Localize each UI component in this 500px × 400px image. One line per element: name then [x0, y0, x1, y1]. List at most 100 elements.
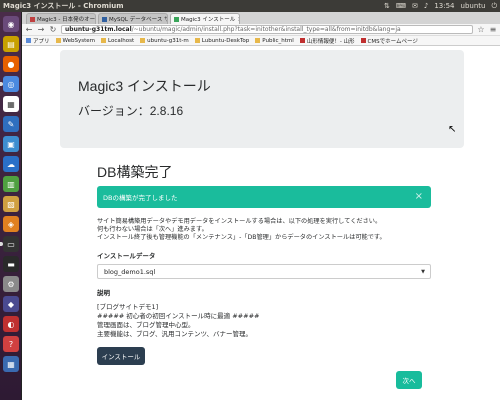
settings-icon[interactable]: ⚙: [3, 276, 19, 292]
favicon-icon: [30, 16, 35, 22]
bookmark-item[interactable]: Lubuntu-DeskTop: [194, 37, 250, 44]
bookmark-item[interactable]: ubuntu-g31t-m: [140, 38, 189, 44]
document-icon[interactable]: ▣: [3, 136, 19, 152]
next-button[interactable]: 次へ: [396, 371, 422, 389]
address-bar-row: ← → ↻ ubuntu-g31tm.local /~ubuntu/magic/…: [22, 24, 500, 36]
system-top-panel: Magic3 インストール - Chromium ⇅ ⌨ ✉ ♪ 13:54 u…: [0, 0, 500, 12]
url-path: /~ubuntu/magic/admin/install.php?task=in…: [131, 26, 401, 33]
dash-icon[interactable]: ◉: [3, 16, 19, 32]
alert-message: DBの構築が完了しました: [103, 194, 178, 202]
folder-icon: [55, 38, 61, 43]
tab-install[interactable]: Magic3 インストール×: [170, 13, 240, 24]
selected-value: blog_demo1.sql: [104, 267, 156, 276]
explanation-line: 主要機能は、ブログ、汎用コンテンツ、バナー管理。: [97, 330, 253, 338]
section-heading: DB構築完了: [97, 164, 173, 180]
tab-label: Magic3 インストール: [181, 17, 236, 23]
description-line: インストール終了後も管理機能の「メンテナンス」-「DB管理」からデータのインスト…: [97, 234, 386, 241]
text-editor-icon[interactable]: ✎: [3, 116, 19, 132]
cloud-icon[interactable]: ☁: [3, 156, 19, 172]
mouse-cursor-icon: ↖: [448, 124, 457, 135]
bookmark-item[interactable]: Public_html: [255, 38, 294, 44]
reload-icon[interactable]: ↻: [49, 25, 57, 34]
bookmark-label: CMSでホームページ: [367, 38, 418, 45]
description-line: サイト簡易構築用データやデモ用データをインストールする場合は、以下の処理を実行し…: [97, 218, 382, 225]
bookmark-label: Localhost: [108, 37, 135, 44]
tab-strip: Magic3 - 日本発のオープン× MySQL データベース サー× Magi…: [22, 12, 500, 24]
archive-icon[interactable]: ▧: [3, 196, 19, 212]
system-tray: ⇅ ⌨ ✉ ♪ 13:54 ubuntu ⏻: [384, 2, 497, 11]
close-alert-icon[interactable]: ×: [415, 191, 423, 202]
explanation-line: [ブログサイトデモ1]: [97, 303, 159, 311]
volume-icon[interactable]: ♪: [424, 2, 428, 10]
browser-window: Magic3 - 日本発のオープン× MySQL データベース サー× Magi…: [22, 12, 500, 400]
apps-icon: [26, 38, 31, 43]
terminal-icon[interactable]: ▭: [0, 236, 19, 252]
bookmark-label: Public_html: [262, 37, 294, 44]
url-host: ubuntu-g31tm.local: [65, 26, 132, 33]
keyboard-icon[interactable]: ⌨: [396, 2, 406, 10]
page-icon: [360, 38, 366, 43]
favicon-icon: [174, 16, 179, 22]
bookmark-label: WebSystem: [62, 37, 96, 44]
forward-icon[interactable]: →: [37, 25, 45, 34]
bookmark-item[interactable]: 山形情報便！- 山形: [299, 37, 355, 45]
folder-icon: [194, 38, 200, 43]
page-content: Magic3 インストール バージョン：2.8.16 ↖ DB構築完了 DBの構…: [22, 46, 500, 400]
app-icon[interactable]: ◆: [3, 296, 19, 312]
bookmark-item[interactable]: WebSystem: [55, 37, 96, 44]
user-name[interactable]: ubuntu: [461, 2, 486, 10]
folder-icon: [255, 38, 261, 43]
network-icon[interactable]: ⇅: [384, 2, 390, 10]
tab-label: Magic3 - 日本発のオープン: [37, 17, 95, 23]
explanation-line: ##### 初心者の初回インストール時に最適 #####: [97, 312, 260, 320]
page-icon: [299, 38, 305, 43]
version-label: バージョン：2.8.16: [78, 104, 184, 118]
bookmark-item[interactable]: アプリ: [26, 37, 50, 45]
help-icon[interactable]: ?: [3, 336, 19, 352]
files-icon[interactable]: ▤: [3, 36, 19, 52]
url-bar[interactable]: ubuntu-g31tm.local /~ubuntu/magic/admin/…: [61, 25, 473, 34]
bookmark-star-icon[interactable]: ☆: [477, 25, 485, 34]
bookmark-label: Lubuntu-DeskTop: [201, 37, 250, 44]
page-title: Magic3 インストール: [78, 78, 211, 94]
tab-label: MySQL データベース サー: [109, 17, 167, 23]
chromium-icon[interactable]: ◎: [0, 76, 19, 92]
writer-icon[interactable]: ▦: [3, 96, 19, 112]
mail-icon[interactable]: ✉: [412, 2, 418, 10]
explanation-text: [ブログサイトデモ1] ##### 初心者の初回インストール時に最適 #####…: [97, 303, 431, 339]
bookmark-item[interactable]: Localhost: [101, 38, 134, 44]
bookmark-label: アプリ: [33, 38, 50, 45]
software-center-icon[interactable]: ◐: [3, 316, 19, 332]
explanation-line: 管理画面は、ブログ管理中心型。: [97, 321, 195, 329]
install-button[interactable]: インストール: [97, 347, 145, 365]
bookmark-label: ubuntu-g31t-m: [147, 37, 189, 44]
firefox-icon[interactable]: ●: [3, 56, 19, 72]
bookmarks-bar: アプリ WebSystem Localhost ubuntu-g31t-m Lu…: [22, 36, 500, 46]
hero-banner: Magic3 インストール バージョン：2.8.16 ↖: [60, 50, 464, 148]
folder-icon: [140, 38, 146, 43]
workspace-icon[interactable]: ▦: [3, 356, 19, 372]
menu-icon[interactable]: ≡: [489, 25, 497, 34]
monitor-icon[interactable]: ▬: [3, 256, 19, 272]
bookmark-label: 山形情報便！- 山形: [306, 38, 355, 45]
description-line: 何も行わない場合は「次へ」進みます。: [97, 226, 208, 233]
main-section: DB構築完了 DBの構築が完了しました × サイト簡易構築用データやデモ用データ…: [97, 162, 431, 365]
window-title: Magic3 インストール - Chromium: [3, 2, 124, 10]
success-alert: DBの構築が完了しました ×: [97, 186, 431, 208]
tab-mysql[interactable]: MySQL データベース サー×: [98, 13, 168, 24]
clock[interactable]: 13:54: [434, 2, 454, 10]
favicon-icon: [102, 16, 107, 22]
media-icon[interactable]: ◈: [3, 216, 19, 232]
description: サイト簡易構築用データやデモ用データをインストールする場合は、以下の処理を実行し…: [97, 218, 431, 242]
explanation-label: 説明: [97, 289, 110, 297]
power-icon[interactable]: ⏻: [491, 2, 497, 11]
bookmark-item[interactable]: CMSでホームページ: [360, 37, 418, 45]
tab-magic3-home[interactable]: Magic3 - 日本発のオープン×: [26, 13, 96, 24]
back-icon[interactable]: ←: [25, 25, 33, 34]
install-data-label: インストールデータ: [97, 252, 156, 260]
launcher: ◉ ▤ ● ◎ ▦ ✎ ▣ ☁ ▥ ▧ ◈ ▭ ▬ ⚙ ◆ ◐ ? ▦: [0, 12, 22, 400]
close-tab-icon[interactable]: ×: [237, 16, 239, 23]
sheet-icon[interactable]: ▥: [3, 176, 19, 192]
folder-icon: [101, 38, 107, 43]
install-data-select[interactable]: blog_demo1.sql ▼: [97, 264, 431, 279]
